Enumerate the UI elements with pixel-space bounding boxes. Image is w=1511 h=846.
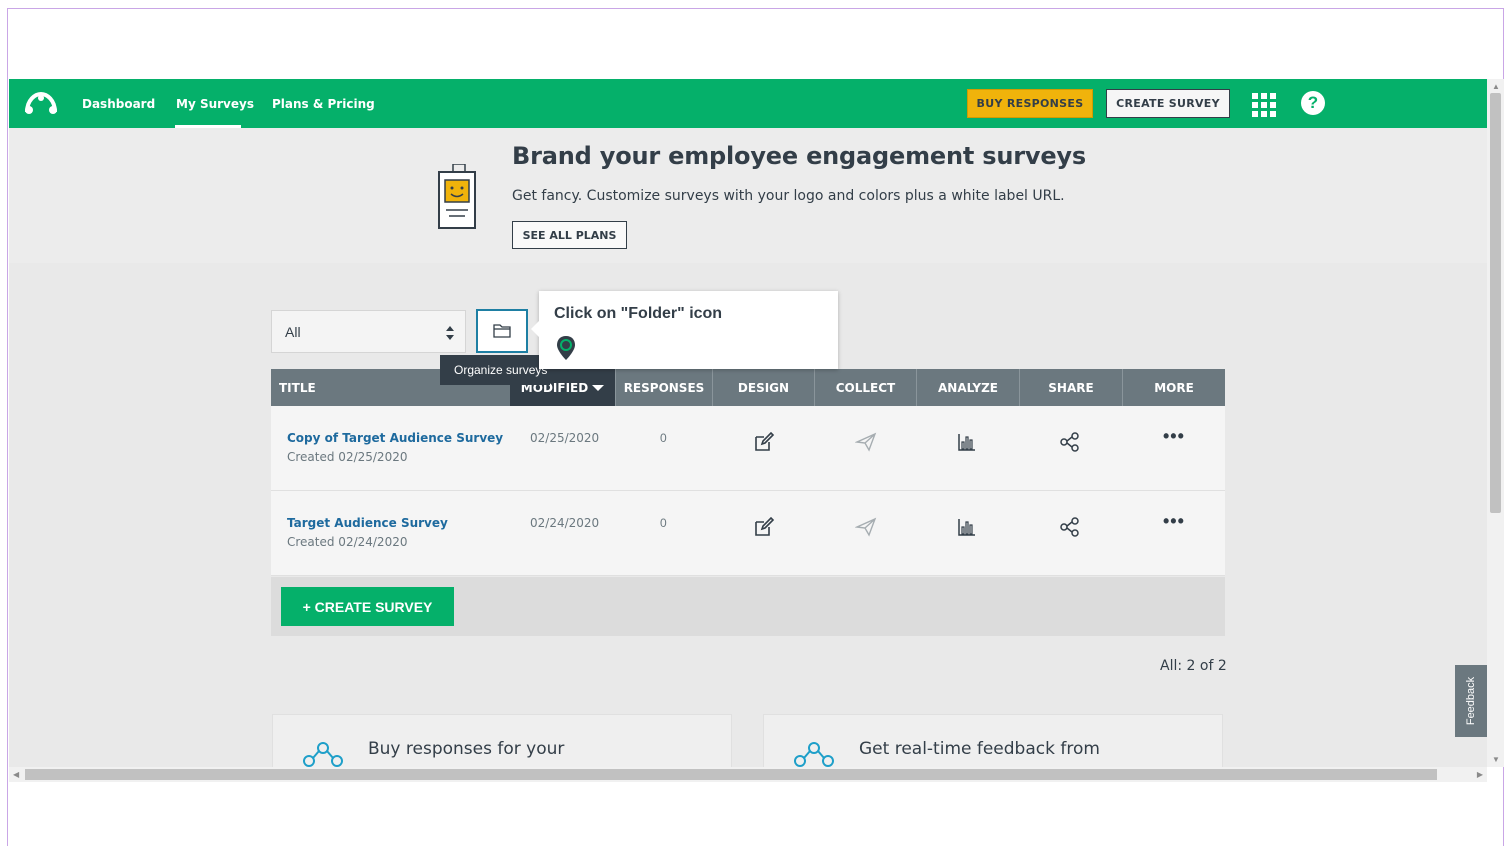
banner-subtitle: Get fancy. Customize surveys with your l…	[512, 188, 1065, 204]
promo-card-text: Buy responses for your	[368, 739, 565, 759]
network-icon	[794, 742, 834, 767]
help-icon[interactable]: ?	[1301, 91, 1325, 115]
promo-card[interactable]: Buy responses for your	[272, 714, 732, 767]
location-pin-icon	[557, 336, 575, 360]
share-icon[interactable]	[1059, 516, 1081, 538]
design-edit-icon[interactable]	[753, 516, 775, 538]
scroll-up-icon[interactable]: ▲	[1492, 82, 1500, 91]
survey-modified-date: 02/24/2020	[530, 516, 600, 530]
network-icon	[303, 742, 343, 767]
analyze-chart-icon[interactable]	[956, 431, 978, 453]
buy-responses-button[interactable]: BUY RESPONSES	[967, 89, 1093, 118]
nav-plans-pricing[interactable]: Plans & Pricing	[272, 97, 375, 111]
survey-responses-count: 0	[660, 516, 667, 530]
collect-send-icon[interactable]	[855, 516, 877, 538]
horizontal-scrollbar[interactable]: ◀ ▶	[9, 767, 1487, 782]
top-nav: Dashboard My Surveys Plans & Pricing BUY…	[9, 79, 1487, 128]
surveymonkey-logo-icon[interactable]	[23, 90, 59, 116]
scroll-left-icon[interactable]: ◀	[13, 770, 19, 779]
survey-title-link[interactable]: Copy of Target Audience Survey	[287, 431, 503, 445]
scroll-down-icon[interactable]: ▼	[1492, 755, 1500, 764]
share-icon[interactable]	[1059, 431, 1081, 453]
folder-button[interactable]	[476, 309, 528, 353]
promo-banner: Brand your employee engagement surveys G…	[9, 128, 1487, 263]
guide-popup: Click on "Folder" icon	[531, 291, 838, 369]
more-options-icon[interactable]: •••	[1163, 511, 1185, 532]
more-options-icon[interactable]: •••	[1163, 426, 1185, 447]
table-row: Copy of Target Audience Survey Created 0…	[271, 406, 1225, 491]
vertical-scroll-thumb[interactable]	[1490, 93, 1501, 513]
folder-icon	[493, 324, 511, 338]
vertical-scrollbar[interactable]: ▲ ▼	[1487, 79, 1504, 767]
collect-send-icon[interactable]	[855, 431, 877, 453]
badge-illustration-icon	[438, 164, 476, 229]
survey-modified-date: 02/25/2020	[530, 431, 600, 445]
survey-responses-count: 0	[660, 431, 667, 445]
sort-arrows-icon	[446, 326, 454, 340]
apps-grid-icon[interactable]	[1252, 93, 1276, 117]
feedback-tab[interactable]: Feedback	[1455, 665, 1487, 737]
header-collect: COLLECT	[815, 369, 917, 406]
feedback-label: Feedback	[1465, 676, 1477, 726]
table-header: TITLE MODIFIED RESPONSES DESIGN COLLECT …	[271, 369, 1225, 406]
header-design: DESIGN	[713, 369, 815, 406]
promo-card[interactable]: Get real-time feedback from	[763, 714, 1223, 767]
survey-created-date: Created 02/25/2020	[287, 450, 408, 464]
survey-created-date: Created 02/24/2020	[287, 535, 408, 549]
nav-my-surveys[interactable]: My Surveys	[176, 97, 254, 111]
survey-title-link[interactable]: Target Audience Survey	[287, 516, 448, 530]
create-survey-button[interactable]: + CREATE SURVEY	[281, 587, 454, 626]
promo-card-text: Get real-time feedback from	[859, 739, 1100, 759]
header-analyze: ANALYZE	[917, 369, 1020, 406]
header-responses: RESPONSES	[616, 369, 713, 406]
filter-value: All	[285, 324, 301, 340]
sort-down-icon	[592, 384, 605, 391]
header-more: MORE	[1154, 380, 1194, 395]
scroll-right-icon[interactable]: ▶	[1477, 770, 1483, 779]
guide-instruction: Click on "Folder" icon	[554, 305, 723, 322]
nav-dashboard[interactable]: Dashboard	[82, 97, 155, 111]
design-edit-icon[interactable]	[753, 431, 775, 453]
survey-count: All: 2 of 2	[1160, 658, 1227, 674]
banner-title: Brand your employee engagement surveys	[512, 142, 1086, 170]
page-viewport: Dashboard My Surveys Plans & Pricing BUY…	[9, 79, 1487, 767]
survey-filter-select[interactable]: All	[271, 310, 466, 353]
create-survey-top-button[interactable]: CREATE SURVEY	[1106, 89, 1230, 118]
header-share: SHARE	[1020, 369, 1123, 406]
see-all-plans-button[interactable]: SEE ALL PLANS	[512, 221, 627, 249]
horizontal-scroll-thumb[interactable]	[25, 769, 1437, 780]
folder-tooltip: Organize surveys	[440, 355, 550, 385]
table-row: Target Audience Survey Created 02/24/202…	[271, 491, 1225, 576]
table-footer: + CREATE SURVEY	[271, 577, 1225, 636]
analyze-chart-icon[interactable]	[956, 516, 978, 538]
